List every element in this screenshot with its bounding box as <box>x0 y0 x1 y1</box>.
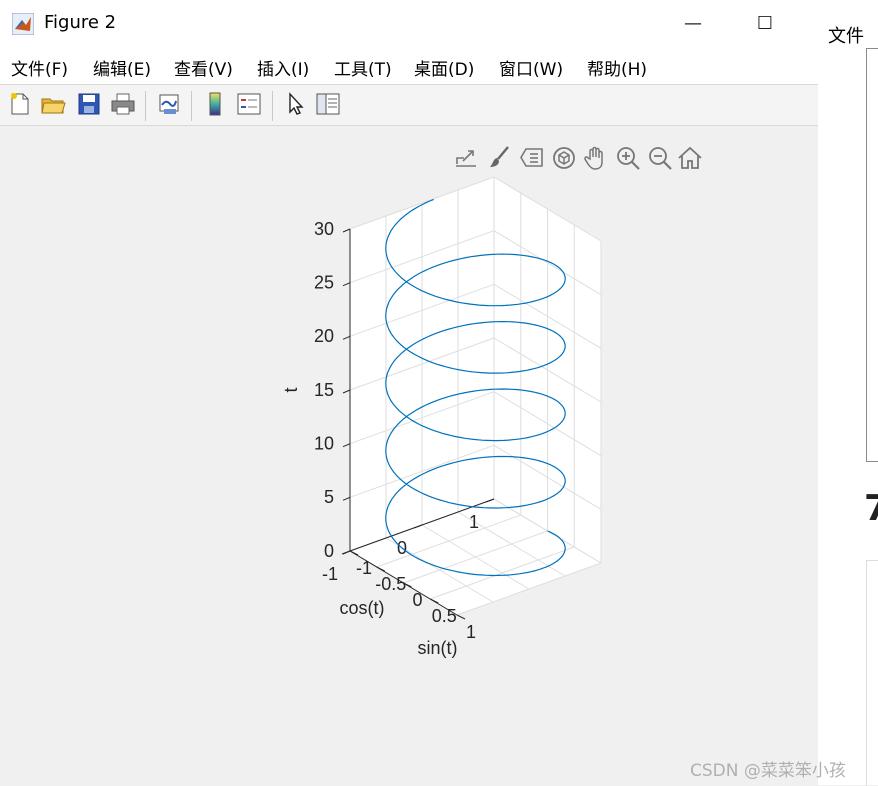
menu-help[interactable]: 帮助(H) <box>587 55 647 80</box>
x-tick-label: 0.5 <box>432 606 457 626</box>
x-tick-mark <box>456 614 466 620</box>
menu-tools[interactable]: 工具(T) <box>334 55 392 80</box>
export-icon[interactable] <box>452 144 480 172</box>
z-tick-label: 25 <box>314 272 334 292</box>
matlab-logo-icon <box>12 13 34 35</box>
minimize-button[interactable]: — <box>678 10 708 38</box>
z-tick-label: 5 <box>324 487 334 507</box>
colorbar-icon[interactable] <box>202 91 228 117</box>
z-tick-label: 10 <box>314 433 334 453</box>
save-icon[interactable] <box>76 91 102 117</box>
window-title: Figure 2 <box>44 12 117 33</box>
zoom-in-icon[interactable] <box>614 144 642 172</box>
open-folder-icon[interactable] <box>40 91 66 117</box>
x-tick-label: -1 <box>356 558 372 578</box>
figure-window: Figure 2 — ☐ 文件(F) 编辑(E) 查看(V) 插入(I) 工具(T) 桌面… <box>0 0 818 785</box>
background-window: 文件 7 <box>818 0 878 786</box>
background-card <box>866 560 878 786</box>
menu-bar: 文件(F) 编辑(E) 查看(V) 插入(I) 工具(T) 桌面(D) 窗口(W) 帮助(H) <box>0 48 818 84</box>
home-icon[interactable] <box>676 144 704 172</box>
background-menu-label[interactable]: 文件 <box>828 22 864 48</box>
new-figure-icon[interactable] <box>6 91 32 117</box>
background-panel <box>866 48 878 462</box>
print-icon[interactable] <box>110 91 136 117</box>
z-tick-mark <box>342 389 351 394</box>
menu-edit[interactable]: 编辑(E) <box>93 55 151 80</box>
axes-3d[interactable]: -1-0.500.51-101051015202530sin(t)cos(t)t <box>0 126 818 785</box>
rotate-3d-icon[interactable] <box>550 144 578 172</box>
x-tick-label: -0.5 <box>375 574 406 594</box>
z-tick-mark <box>342 228 351 233</box>
z-axis-title: t <box>281 387 301 392</box>
maximize-button[interactable]: ☐ <box>750 10 780 38</box>
toolbar-separator <box>191 91 192 121</box>
brush-icon[interactable] <box>486 144 514 172</box>
x-tick-label: 1 <box>466 622 476 642</box>
z-tick-label: 20 <box>314 326 334 346</box>
z-tick-mark <box>342 443 351 448</box>
title-bar: Figure 2 — ☐ <box>0 0 818 48</box>
z-tick-label: 30 <box>314 219 334 239</box>
pointer-icon[interactable] <box>283 91 309 117</box>
toolbar-separator <box>145 91 146 121</box>
toolbar-separator <box>272 91 273 121</box>
z-tick-mark <box>342 496 351 501</box>
watermark-text: CSDN @菜菜笨小孩 <box>690 761 846 781</box>
z-tick-mark <box>342 282 351 287</box>
property-inspector-icon[interactable] <box>315 91 341 117</box>
menu-window[interactable]: 窗口(W) <box>499 55 563 80</box>
y-tick-label: -1 <box>322 564 338 584</box>
data-tips-icon[interactable] <box>518 144 546 172</box>
figure-toolbar <box>0 84 818 126</box>
menu-file[interactable]: 文件(F) <box>11 55 68 80</box>
z-tick-mark <box>342 335 351 340</box>
background-heading: 7 <box>864 488 878 529</box>
menu-insert[interactable]: 插入(I) <box>257 55 309 80</box>
pan-hand-icon[interactable] <box>582 144 610 172</box>
x-axis-title: sin(t) <box>418 638 458 658</box>
z-tick-label: 15 <box>314 380 334 400</box>
y-tick-label: 1 <box>469 512 479 532</box>
z-tick-mark <box>342 550 351 555</box>
z-tick-label: 0 <box>324 541 334 561</box>
x-tick-label: 0 <box>412 590 422 610</box>
link-plot-icon[interactable] <box>156 91 182 117</box>
zoom-out-icon[interactable] <box>646 144 674 172</box>
y-axis-title: cos(t) <box>340 598 385 618</box>
menu-view[interactable]: 查看(V) <box>174 55 233 80</box>
legend-icon[interactable] <box>236 91 262 117</box>
menu-desktop[interactable]: 桌面(D) <box>414 55 474 80</box>
